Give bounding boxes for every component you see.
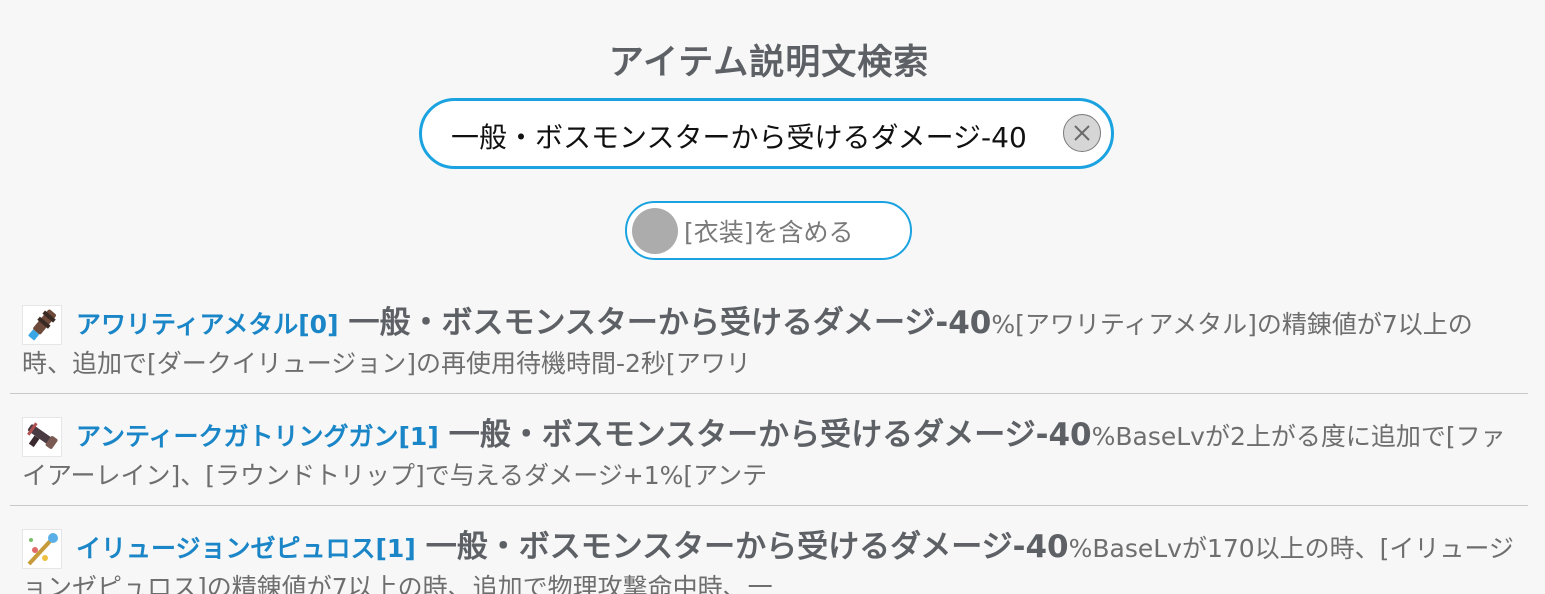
page-title: アイテム説明文検索 (608, 43, 930, 83)
search-input[interactable]: 一般・ボスモンスターから受けるダメージ-40 (451, 116, 1027, 156)
gatling-gun-item-icon (22, 417, 62, 457)
list-item: アワリティアメタル[0] 一般・ボスモンスターから受けるダメージ-40%[アワリテ… (10, 298, 1528, 394)
toggle-knob[interactable] (632, 208, 678, 254)
costume-toggle-label: [衣装]を含める (684, 218, 854, 247)
search-box[interactable]: 一般・ボスモンスターから受けるダメージ-40 (419, 98, 1114, 169)
match-text: 一般・ボスモンスターから受けるダメージ-40 (448, 417, 1092, 453)
close-icon (1074, 125, 1090, 141)
match-text: 一般・ボスモンスターから受けるダメージ-40 (425, 529, 1069, 565)
staff-item-icon (22, 529, 62, 569)
list-item: イリュージョンゼピュロス[1] 一般・ボスモンスターから受けるダメージ-40%Ba… (10, 522, 1528, 594)
costume-toggle[interactable]: [衣装]を含める (625, 201, 912, 260)
metal-item-icon (22, 305, 62, 345)
results-list: アワリティアメタル[0] 一般・ボスモンスターから受けるダメージ-40%[アワリテ… (10, 298, 1528, 594)
clear-search-button[interactable] (1063, 114, 1101, 152)
item-name-link[interactable]: アワリティアメタル[0] (76, 310, 339, 339)
list-item: アンティークガトリングガン[1] 一般・ボスモンスターから受けるダメージ-40%B… (10, 410, 1528, 506)
match-text: 一般・ボスモンスターから受けるダメージ-40 (348, 305, 992, 341)
item-name-link[interactable]: アンティークガトリングガン[1] (76, 422, 439, 451)
page: アイテム説明文検索 一般・ボスモンスターから受けるダメージ-40 [衣装]を含め… (0, 0, 1545, 594)
item-name-link[interactable]: イリュージョンゼピュロス[1] (76, 534, 416, 563)
